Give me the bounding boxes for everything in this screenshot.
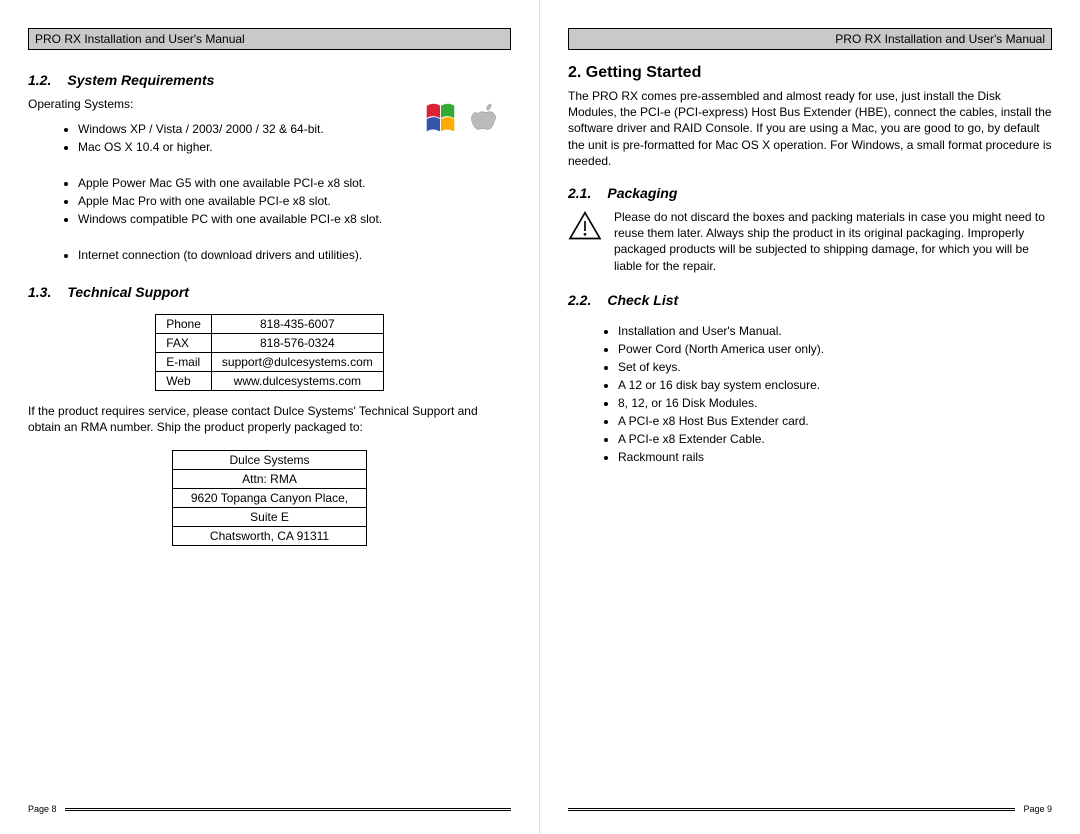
- cell: Web: [156, 372, 212, 391]
- heading-1-3-num: 1.3.: [28, 284, 51, 300]
- heading-2-1-num: 2.1.: [568, 185, 591, 201]
- heading-2: 2. Getting Started: [568, 64, 1052, 82]
- list-item: A 12 or 16 disk bay system enclosure.: [618, 376, 1052, 394]
- page-left: PRO RX Installation and User's Manual 1.…: [0, 0, 540, 834]
- support-table: Phone818-435-6007 FAX818-576-0324 E-mail…: [155, 314, 384, 391]
- list-item: Windows XP / Vista / 2003/ 2000 / 32 & 6…: [78, 120, 421, 138]
- table-row: 9620 Topanga Canyon Place,: [172, 488, 366, 507]
- packaging-block: Please do not discard the boxes and pack…: [568, 209, 1052, 274]
- os-list-2: Apple Power Mac G5 with one available PC…: [28, 174, 511, 228]
- table-row: Phone818-435-6007: [156, 315, 384, 334]
- windows-logo-icon: [421, 100, 459, 141]
- list-item: A PCI-e x8 Extender Cable.: [618, 430, 1052, 448]
- list-item: Mac OS X 10.4 or higher.: [78, 138, 421, 156]
- list-item: 8, 12, or 16 Disk Modules.: [618, 394, 1052, 412]
- heading-1-3: 1.3. Technical Support: [28, 284, 511, 300]
- rma-text: If the product requires service, please …: [28, 403, 511, 435]
- list-item: A PCI-e x8 Host Bus Extender card.: [618, 412, 1052, 430]
- cell: Suite E: [172, 507, 366, 526]
- list-item: Set of keys.: [618, 358, 1052, 376]
- heading-2-2-title: Check List: [607, 292, 678, 308]
- list-item: Internet connection (to download drivers…: [78, 246, 511, 264]
- heading-1-3-title: Technical Support: [67, 284, 189, 300]
- table-row: Webwww.dulcesystems.com: [156, 372, 384, 391]
- table-row: Suite E: [172, 507, 366, 526]
- address-table: Dulce Systems Attn: RMA 9620 Topanga Can…: [172, 450, 367, 546]
- footer-rule: [65, 808, 511, 811]
- cell: 818-435-6007: [211, 315, 383, 334]
- cell: Chatsworth, CA 91311: [172, 526, 366, 545]
- warning-icon: [568, 209, 602, 241]
- heading-2-2: 2.2. Check List: [568, 292, 1052, 308]
- cell: FAX: [156, 334, 212, 353]
- cell: 9620 Topanga Canyon Place,: [172, 488, 366, 507]
- table-row: Attn: RMA: [172, 469, 366, 488]
- cell: E-mail: [156, 353, 212, 372]
- list-item: Apple Power Mac G5 with one available PC…: [78, 174, 511, 192]
- heading-2-2-num: 2.2.: [568, 292, 591, 308]
- cell: www.dulcesystems.com: [211, 372, 383, 391]
- footer-rule: [568, 808, 1015, 811]
- check-list: Installation and User's Manual. Power Co…: [568, 322, 1052, 466]
- header-bar-left: PRO RX Installation and User's Manual: [28, 28, 511, 50]
- heading-1-2-title: System Requirements: [67, 72, 214, 88]
- page-right: PRO RX Installation and User's Manual 2.…: [540, 0, 1080, 834]
- table-row: FAX818-576-0324: [156, 334, 384, 353]
- os-icons: [421, 96, 511, 141]
- apple-logo-icon: [467, 100, 505, 141]
- packaging-text: Please do not discard the boxes and pack…: [614, 209, 1052, 274]
- list-item: Apple Mac Pro with one available PCI-e x…: [78, 192, 511, 210]
- footer-left: Page 8: [28, 804, 511, 814]
- header-bar-right: PRO RX Installation and User's Manual: [568, 28, 1052, 50]
- heading-1-2-num: 1.2.: [28, 72, 51, 88]
- os-list-3: Internet connection (to download drivers…: [28, 246, 511, 264]
- cell: support@dulcesystems.com: [211, 353, 383, 372]
- list-item: Installation and User's Manual.: [618, 322, 1052, 340]
- cell: Dulce Systems: [172, 450, 366, 469]
- os-label: Operating Systems:: [28, 96, 421, 112]
- table-row: Dulce Systems: [172, 450, 366, 469]
- os-list-1: Windows XP / Vista / 2003/ 2000 / 32 & 6…: [28, 120, 421, 156]
- heading-1-2: 1.2. System Requirements: [28, 72, 511, 88]
- intro-text: The PRO RX comes pre-assembled and almos…: [568, 88, 1052, 169]
- footer-right: Page 9: [568, 804, 1052, 814]
- heading-2-1-title: Packaging: [607, 185, 677, 201]
- list-item: Power Cord (North America user only).: [618, 340, 1052, 358]
- heading-2-1: 2.1. Packaging: [568, 185, 1052, 201]
- cell: Phone: [156, 315, 212, 334]
- page-number: Page 8: [28, 804, 57, 814]
- cell: Attn: RMA: [172, 469, 366, 488]
- cell: 818-576-0324: [211, 334, 383, 353]
- list-item: Rackmount rails: [618, 448, 1052, 466]
- page-number: Page 9: [1023, 804, 1052, 814]
- table-row: E-mailsupport@dulcesystems.com: [156, 353, 384, 372]
- table-row: Chatsworth, CA 91311: [172, 526, 366, 545]
- list-item: Windows compatible PC with one available…: [78, 210, 511, 228]
